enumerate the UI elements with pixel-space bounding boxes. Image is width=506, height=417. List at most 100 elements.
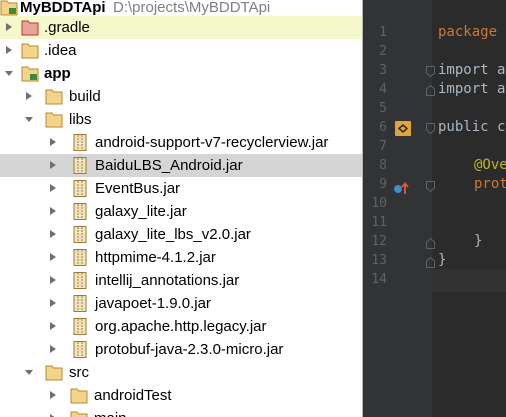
tree-row-jar[interactable]: protobuf-java-2.3.0-micro.jar [0,338,363,361]
folder-icon [45,111,63,128]
line-number: 14 [371,272,387,287]
code-line-6: public c [438,118,505,137]
jar-file-name: httpmime-4.1.2.jar [95,249,216,266]
code-line-3: import a [438,61,505,80]
jar-file-name: javapoet-1.9.0.jar [95,295,211,312]
tree-row-jar[interactable]: org.apache.http.legacy.jar [0,315,363,338]
line-number: 4 [379,82,387,97]
jar-file-name: android-support-v7-recyclerview.jar [95,134,329,151]
folder-icon [70,410,88,417]
chevron-down-icon[interactable] [24,361,36,384]
jar-file-name: org.apache.http.legacy.jar [95,318,267,335]
tree-label: .idea [44,42,77,59]
root-project-name: MyBDDTApi [20,0,106,16]
chevron-down-icon[interactable] [4,62,16,85]
code-line-8: @Ove [474,157,506,173]
code-text: public c [438,119,506,135]
chevron-right-icon[interactable] [48,315,60,338]
code-keyword: package [438,24,498,40]
fold-marker-icon[interactable] [426,83,435,96]
chevron-down-icon[interactable] [24,108,36,131]
chevron-right-icon[interactable] [48,407,60,417]
line-number: 5 [379,101,387,116]
code-text: import a [438,81,506,97]
line-number: 7 [379,139,387,154]
folder-icon [45,88,63,105]
tree-row-main[interactable]: main [0,407,363,417]
jar-file-name: galaxy_lite.jar [95,203,187,220]
line-number: 3 [379,63,387,78]
line-number: 11 [371,215,387,230]
tree-row-jar[interactable]: javapoet-1.9.0.jar [0,292,363,315]
current-line-highlight [432,269,506,292]
fold-marker-icon[interactable] [426,255,435,268]
chevron-right-icon[interactable] [48,384,60,407]
tree-row-jar[interactable]: galaxy_lite.jar [0,200,363,223]
tree-row-jar[interactable]: BaiduLBS_Android.jar [0,154,363,177]
tree-label: build [69,88,101,105]
tree-row-jar[interactable]: httpmime-4.1.2.jar [0,246,363,269]
chevron-right-icon[interactable] [48,246,60,269]
chevron-right-icon[interactable] [4,39,16,62]
chevron-right-icon[interactable] [48,292,60,315]
chevron-right-icon[interactable] [48,223,60,246]
line-number: 12 [371,234,387,249]
tree-label: main [94,409,127,417]
chevron-right-icon[interactable] [48,338,60,361]
tree-row-jar[interactable]: EventBus.jar [0,177,363,200]
chevron-right-icon[interactable] [48,177,60,200]
code-line-4: import a [438,80,505,99]
folder-icon [70,387,88,404]
fold-marker-icon[interactable] [426,121,435,135]
code-text: import a [438,62,506,78]
line-number: 10 [371,196,387,211]
tree-label: libs [69,111,92,128]
tree-row-jar[interactable]: galaxy_lite_lbs_v2.0.jar [0,223,363,246]
tree-row-build[interactable]: build [0,85,363,108]
tree-row-androidtest[interactable]: androidTest [0,384,363,407]
code-line-9: proto [474,176,506,192]
line-number: 2 [379,44,387,59]
tree-label: androidTest [94,387,172,404]
line-number: 9 [379,177,387,192]
jar-archive-icon [71,203,89,220]
fold-marker-icon[interactable] [426,236,435,249]
jar-archive-icon [71,272,89,289]
tree-row-idea[interactable]: .idea [0,39,363,62]
fold-marker-icon[interactable] [426,64,435,78]
chevron-right-icon[interactable] [48,269,60,292]
code-line-1: package [438,23,497,42]
root-project-path: D:\projects\MyBDDTApi [113,0,271,16]
line-number: 6 [379,120,387,135]
jar-archive-icon [71,249,89,266]
jar-archive-icon [71,180,89,197]
module-folder-icon [21,65,39,82]
module-folder-icon [0,0,18,16]
line-number: 1 [379,25,387,40]
tree-row-gradle[interactable]: .gradle [0,16,363,39]
override-method-icon[interactable] [393,181,411,196]
tree-row-src[interactable]: src [0,361,363,384]
tree-row-jar[interactable]: intellij_annotations.jar [0,269,363,292]
chevron-right-icon[interactable] [4,16,16,39]
jar-file-name: protobuf-java-2.3.0-micro.jar [95,341,284,358]
tree-row-libs[interactable]: libs [0,108,363,131]
android-activity-icon[interactable] [394,120,412,137]
tree-row-app[interactable]: app [0,62,363,85]
jar-archive-icon [71,134,89,151]
fold-marker-icon[interactable] [426,179,435,193]
code-line-13: } [438,252,447,268]
jar-file-name: galaxy_lite_lbs_v2.0.jar [95,226,251,243]
chevron-right-icon[interactable] [24,85,36,108]
jar-file-name: EventBus.jar [95,180,181,197]
jar-file-name: intellij_annotations.jar [95,272,240,289]
tree-label: .gradle [44,19,90,36]
chevron-right-icon[interactable] [48,154,60,177]
jar-archive-icon [71,226,89,243]
tree-row-jar[interactable]: android-support-v7-recyclerview.jar [0,131,363,154]
chevron-right-icon[interactable] [48,131,60,154]
tree-label: src [69,364,89,381]
code-editor[interactable]: 1 2 3 4 5 6 7 8 9 10 11 12 13 14 package import a imp… [363,0,506,417]
jar-file-name: BaiduLBS_Android.jar [95,157,243,174]
chevron-right-icon[interactable] [48,200,60,223]
